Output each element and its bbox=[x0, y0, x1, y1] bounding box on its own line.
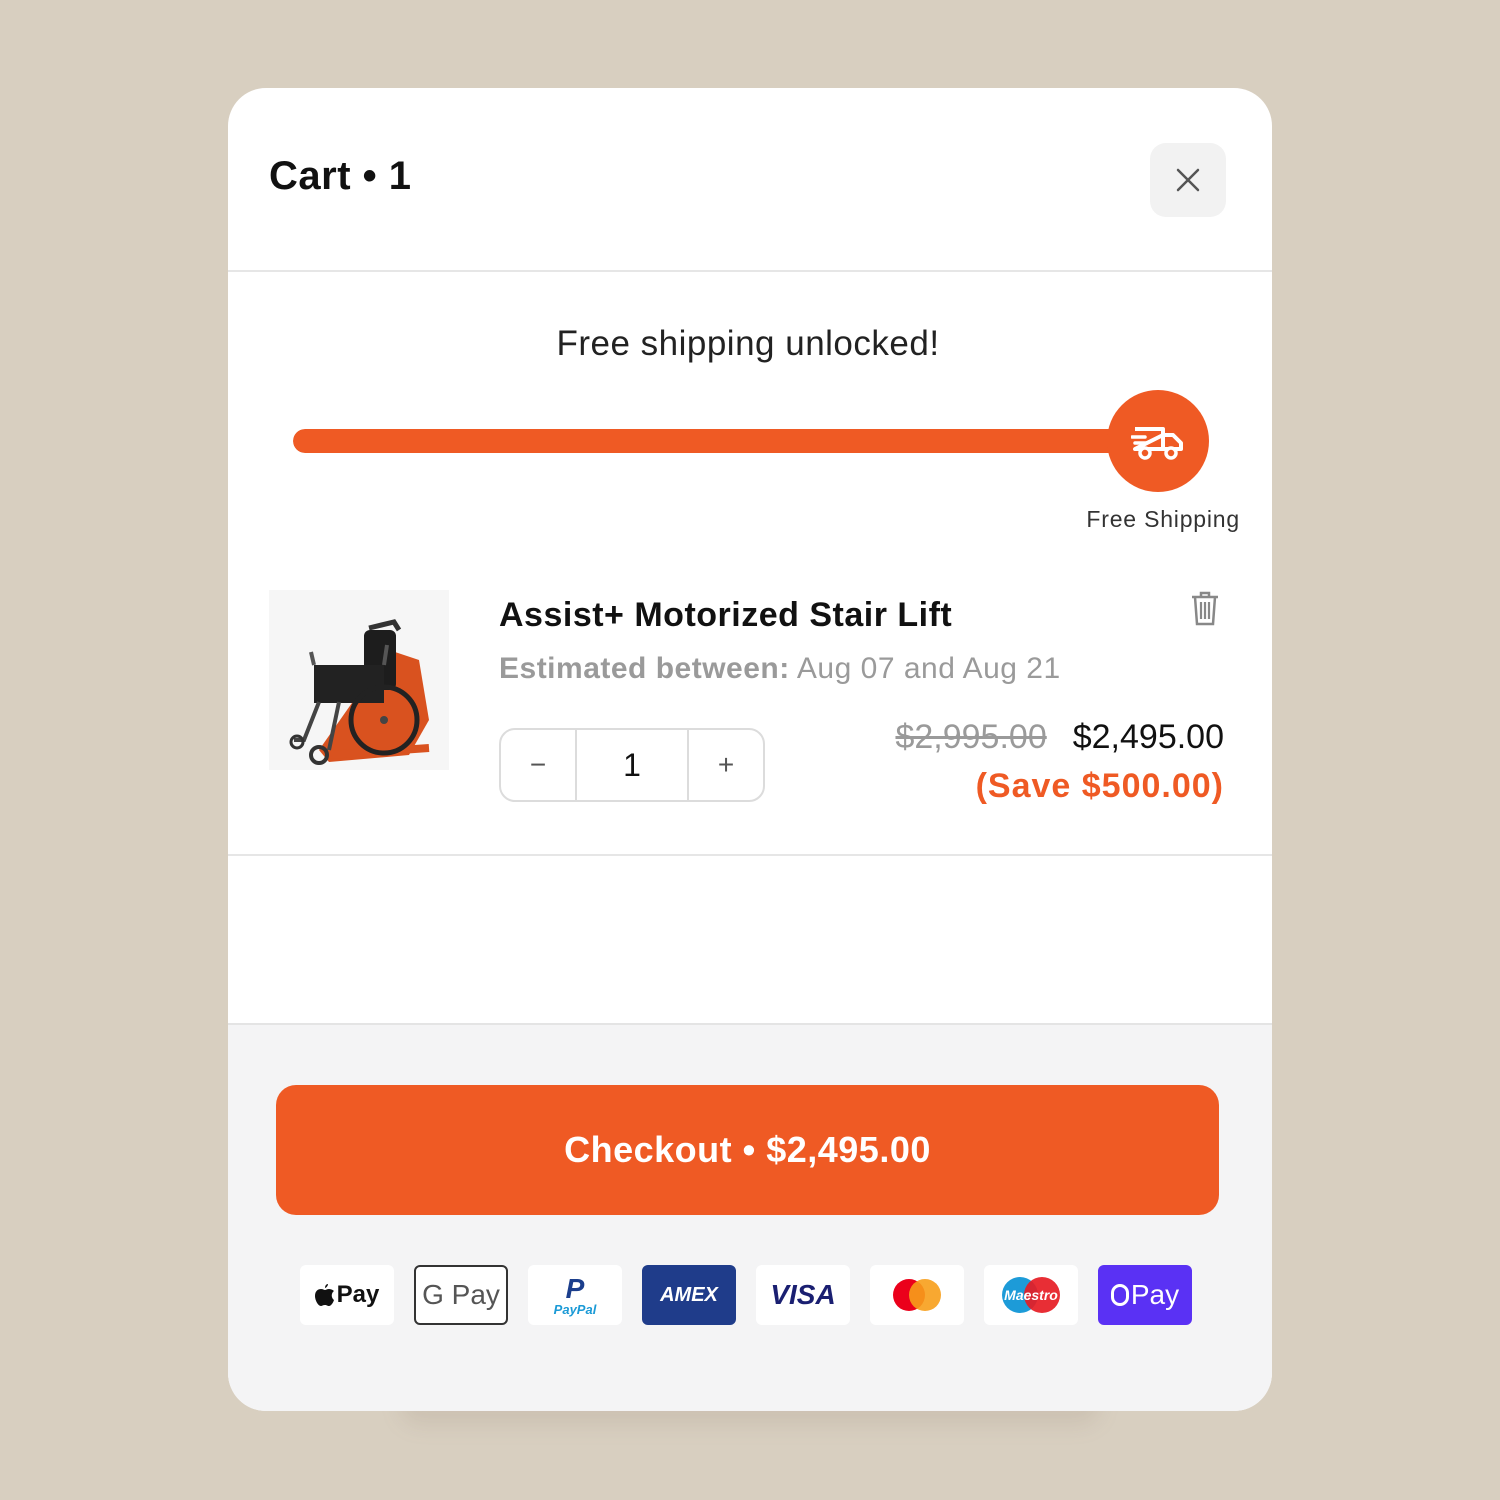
mastercard-circles bbox=[893, 1279, 941, 1311]
shipping-progress-bar bbox=[293, 429, 1143, 453]
free-shipping-message: Free shipping unlocked! bbox=[556, 324, 940, 363]
remove-item-button[interactable] bbox=[1190, 590, 1220, 631]
wheelchair-stair-lift-image bbox=[269, 590, 449, 770]
checkout-button[interactable]: Checkout • $2,495.00 bbox=[276, 1085, 1219, 1215]
apple-pay-icon: Pay bbox=[300, 1265, 394, 1325]
maestro-icon: Maestro bbox=[984, 1265, 1078, 1325]
original-price: $2,995.00 bbox=[895, 718, 1047, 756]
visa-icon: VISA bbox=[756, 1265, 850, 1325]
delivery-estimate-value: Aug 07 and Aug 21 bbox=[796, 652, 1061, 685]
delivery-estimate-label: Estimated between: bbox=[499, 652, 790, 685]
paypal-text: PayPal bbox=[553, 1301, 597, 1317]
shipping-milestone bbox=[1107, 390, 1209, 492]
cart-drawer: Cart • 1 Free shipping unlocked! Free Sh… bbox=[228, 88, 1272, 1411]
cart-footer: Checkout • $2,495.00 Pay G Pay P PayPal … bbox=[228, 1023, 1272, 1411]
shop-pay-text: Pay bbox=[1130, 1279, 1180, 1310]
price-row: $2,995.00 $2,495.00 bbox=[895, 718, 1224, 757]
product-name[interactable]: Assist+ Motorized Stair Lift bbox=[499, 596, 952, 635]
sale-price: $2,495.00 bbox=[1072, 718, 1224, 756]
close-icon bbox=[1176, 168, 1200, 192]
quantity-stepper: − 1 + bbox=[499, 728, 765, 802]
shop-pay-icon: Pay bbox=[1098, 1265, 1192, 1325]
delivery-estimate: Estimated between: Aug 07 and Aug 21 bbox=[499, 652, 1061, 686]
close-button[interactable] bbox=[1150, 143, 1226, 217]
price-block: $2,995.00 $2,495.00 (Save $500.00) bbox=[895, 718, 1224, 806]
paypal-icon: P PayPal bbox=[528, 1265, 622, 1325]
quantity-value[interactable]: 1 bbox=[575, 730, 689, 800]
shipping-progress-fill bbox=[293, 429, 1143, 453]
cart-line-item: Assist+ Motorized Stair Lift Estimated b… bbox=[228, 568, 1272, 856]
truck-icon bbox=[1131, 427, 1183, 460]
shop-pay-mark bbox=[1110, 1284, 1129, 1306]
apple-pay-text: Pay bbox=[336, 1281, 380, 1308]
free-shipping-label: Free Shipping bbox=[1086, 506, 1240, 532]
savings-text: (Save $500.00) bbox=[975, 767, 1224, 805]
trash-icon bbox=[1192, 591, 1218, 626]
maestro-text: Maestro bbox=[1004, 1287, 1058, 1303]
cart-header: Cart • 1 bbox=[228, 88, 1272, 272]
mastercard-icon bbox=[870, 1265, 964, 1325]
product-image[interactable] bbox=[269, 590, 449, 770]
payment-methods: Pay G Pay P PayPal AMEX VISA Maestro Pay bbox=[300, 1265, 1192, 1325]
decrement-button[interactable]: − bbox=[501, 730, 575, 800]
google-pay-icon: G Pay bbox=[414, 1265, 508, 1325]
apple-logo-icon bbox=[314, 1284, 334, 1306]
paypal-mark: P bbox=[565, 1272, 585, 1304]
amex-icon: AMEX bbox=[642, 1265, 736, 1325]
cart-title: Cart • 1 bbox=[269, 154, 412, 198]
increment-button[interactable]: + bbox=[689, 730, 763, 800]
